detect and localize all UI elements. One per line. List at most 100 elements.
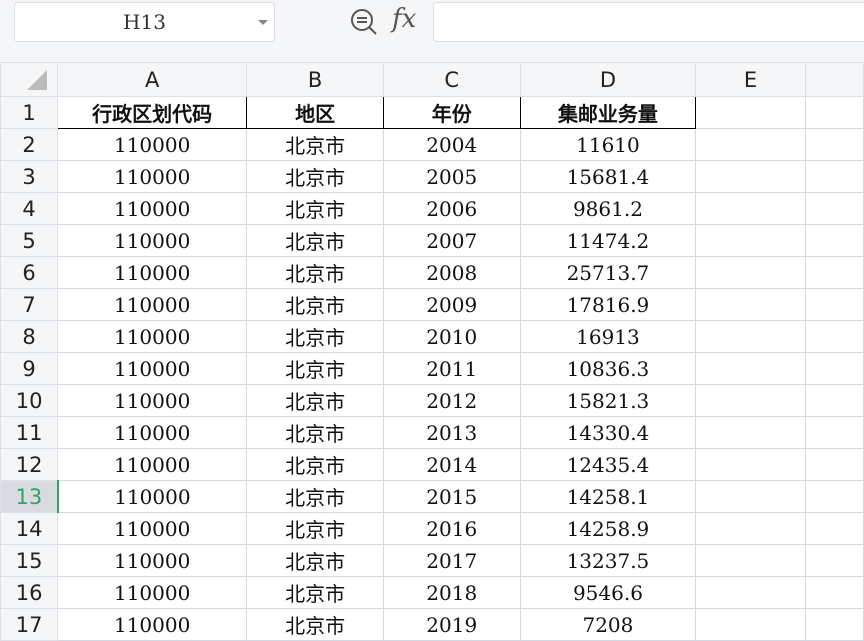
cell[interactable]: 16913 xyxy=(519,320,697,353)
cell[interactable]: 北京市 xyxy=(246,128,384,161)
cell[interactable]: 2005 xyxy=(382,160,521,193)
cell[interactable]: 北京市 xyxy=(246,544,384,577)
cell[interactable] xyxy=(804,416,864,449)
cell[interactable]: 2014 xyxy=(382,448,521,481)
cell[interactable]: 北京市 xyxy=(246,160,384,193)
row-header-5[interactable]: 5 xyxy=(0,224,59,257)
cell[interactable] xyxy=(695,448,806,481)
cell[interactable]: 2018 xyxy=(382,576,521,609)
cell[interactable]: 110000 xyxy=(57,192,248,225)
cell[interactable]: 北京市 xyxy=(246,288,384,321)
cell[interactable] xyxy=(804,320,864,353)
cell[interactable]: 北京市 xyxy=(246,224,384,257)
cell[interactable] xyxy=(695,608,806,641)
row-header-10[interactable]: 10 xyxy=(0,384,59,417)
cell[interactable] xyxy=(695,160,806,193)
row-header-8[interactable]: 8 xyxy=(0,320,59,353)
cell[interactable] xyxy=(695,256,806,289)
cell[interactable]: 2011 xyxy=(382,352,521,385)
cell[interactable] xyxy=(804,160,864,193)
zoom-icon[interactable] xyxy=(349,7,379,37)
cell[interactable]: 2015 xyxy=(382,480,521,513)
cell[interactable] xyxy=(695,480,806,513)
cell[interactable]: 2004 xyxy=(382,128,521,161)
cell[interactable]: 110000 xyxy=(57,544,248,577)
cell[interactable] xyxy=(695,512,806,545)
column-header-B[interactable]: B xyxy=(246,62,384,97)
cell[interactable]: 25713.7 xyxy=(519,256,697,289)
cell[interactable]: 2009 xyxy=(382,288,521,321)
column-header-E[interactable]: E xyxy=(695,62,806,97)
row-header-15[interactable]: 15 xyxy=(0,544,59,577)
cell[interactable]: 2013 xyxy=(382,416,521,449)
cell[interactable] xyxy=(695,416,806,449)
header-cell[interactable]: 地区 xyxy=(246,96,384,129)
cell[interactable]: 110000 xyxy=(57,224,248,257)
cell[interactable]: 北京市 xyxy=(246,608,384,641)
header-cell[interactable]: 集邮业务量 xyxy=(519,96,697,129)
fx-icon[interactable]: fx xyxy=(392,4,416,34)
column-header-D[interactable]: D xyxy=(519,62,697,97)
cell[interactable] xyxy=(695,128,806,161)
cell[interactable] xyxy=(804,448,864,481)
cell[interactable] xyxy=(804,192,864,225)
row-header-12[interactable]: 12 xyxy=(0,448,59,481)
cell[interactable]: 11474.2 xyxy=(519,224,697,257)
column-header[interactable] xyxy=(804,62,864,97)
row-header-17[interactable]: 17 xyxy=(0,608,59,641)
cell[interactable] xyxy=(804,224,864,257)
row-header-13[interactable]: 13 xyxy=(0,480,59,513)
cell[interactable]: 北京市 xyxy=(246,352,384,385)
cell[interactable]: 北京市 xyxy=(246,192,384,225)
cell[interactable] xyxy=(695,384,806,417)
cell[interactable]: 2007 xyxy=(382,224,521,257)
cell[interactable]: 2019 xyxy=(382,608,521,641)
cell[interactable]: 110000 xyxy=(57,384,248,417)
cell[interactable]: 14258.9 xyxy=(519,512,697,545)
cell[interactable] xyxy=(804,352,864,385)
cell[interactable] xyxy=(804,128,864,161)
row-header-1[interactable]: 1 xyxy=(0,96,59,129)
cell[interactable]: 15681.4 xyxy=(519,160,697,193)
cell[interactable]: 11610 xyxy=(519,128,697,161)
cell[interactable]: 14258.1 xyxy=(519,480,697,513)
cell[interactable]: 9861.2 xyxy=(519,192,697,225)
cell[interactable] xyxy=(804,288,864,321)
cell[interactable]: 110000 xyxy=(57,288,248,321)
row-header-7[interactable]: 7 xyxy=(0,288,59,321)
cell[interactable]: 北京市 xyxy=(246,320,384,353)
cell[interactable]: 2008 xyxy=(382,256,521,289)
column-header-A[interactable]: A xyxy=(57,62,248,97)
cell[interactable] xyxy=(695,288,806,321)
row-header-4[interactable]: 4 xyxy=(0,192,59,225)
cell[interactable]: 2016 xyxy=(382,512,521,545)
cell[interactable]: 10836.3 xyxy=(519,352,697,385)
cell[interactable]: 北京市 xyxy=(246,512,384,545)
cell[interactable] xyxy=(695,224,806,257)
cell[interactable]: 110000 xyxy=(57,512,248,545)
cell[interactable]: 2017 xyxy=(382,544,521,577)
header-cell[interactable]: 年份 xyxy=(382,96,521,129)
cell[interactable]: 北京市 xyxy=(246,448,384,481)
formula-input[interactable] xyxy=(433,2,864,42)
cell[interactable]: 17816.9 xyxy=(519,288,697,321)
row-header-11[interactable]: 11 xyxy=(0,416,59,449)
cell[interactable] xyxy=(804,512,864,545)
row-header-3[interactable]: 3 xyxy=(0,160,59,193)
cell[interactable]: 110000 xyxy=(57,128,248,161)
chevron-down-icon[interactable] xyxy=(258,20,268,25)
cell[interactable]: 9546.6 xyxy=(519,576,697,609)
cell[interactable] xyxy=(804,544,864,577)
header-cell[interactable]: 行政区划代码 xyxy=(57,96,248,129)
cell[interactable]: 110000 xyxy=(57,256,248,289)
select-all-button[interactable] xyxy=(0,62,59,97)
row-header-14[interactable]: 14 xyxy=(0,512,59,545)
cell[interactable]: 北京市 xyxy=(246,416,384,449)
column-header-C[interactable]: C xyxy=(382,62,521,97)
cell[interactable]: 110000 xyxy=(57,160,248,193)
cell[interactable] xyxy=(695,576,806,609)
cell[interactable] xyxy=(804,384,864,417)
cell[interactable]: 12435.4 xyxy=(519,448,697,481)
cell[interactable]: 北京市 xyxy=(246,384,384,417)
row-header-9[interactable]: 9 xyxy=(0,352,59,385)
